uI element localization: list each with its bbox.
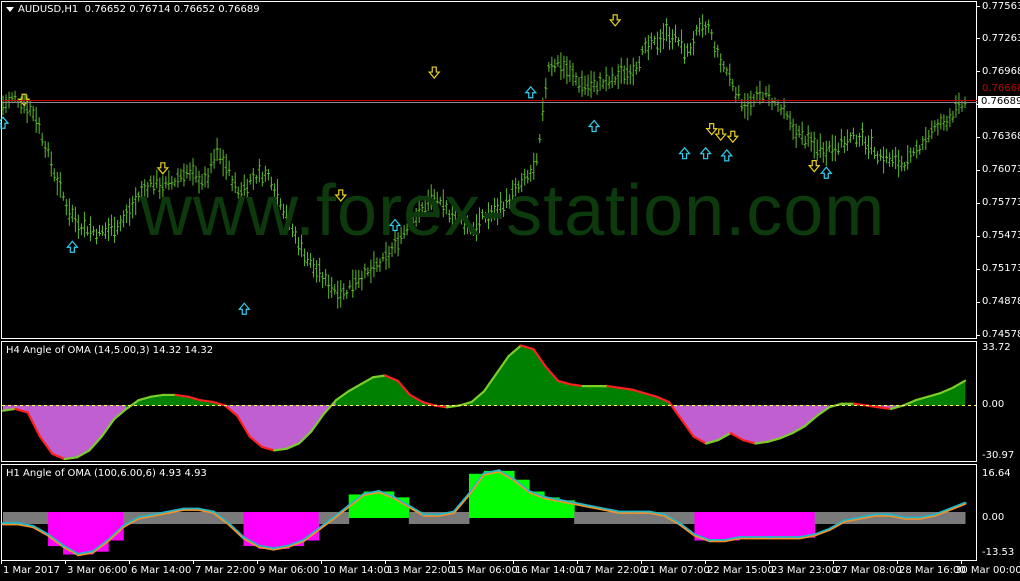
price-tick: 0.74578 xyxy=(982,329,1020,340)
time-tick: 27 Mar 08:00 xyxy=(835,565,902,576)
indicator2-bar xyxy=(453,512,470,524)
indicator2-bar xyxy=(183,512,199,524)
indicator2-title: H1 Angle of OMA (100,6.00,6) 4.93 4.93 xyxy=(6,468,207,479)
indicator1-area xyxy=(755,405,768,444)
time-tick: 10 Mar 14:00 xyxy=(323,565,390,576)
indicator1-area xyxy=(570,384,583,406)
price-tick: 0.74878 xyxy=(982,296,1020,307)
indicator1-area xyxy=(261,405,275,451)
indicator1-area xyxy=(372,375,386,406)
indicator2-bar xyxy=(724,512,741,541)
indicator1-area xyxy=(742,405,756,444)
watermark: www.forex-station.com xyxy=(140,171,886,251)
current-price-box: 0.76689 xyxy=(978,96,1020,108)
time-tick: 9 Mar 06:00 xyxy=(259,565,320,576)
indicator2-bar xyxy=(679,512,695,524)
chart-header: AUDUSD,H1 0.76652 0.76714 0.76652 0.7668… xyxy=(6,4,260,15)
time-tick: 17 Mar 22:00 xyxy=(579,565,646,576)
indicator1-area xyxy=(607,385,620,406)
indicator2-bar xyxy=(273,512,290,549)
price-tick: 0.77263 xyxy=(982,33,1020,44)
indicator2-bar xyxy=(769,512,786,538)
price-tick: 0.76073 xyxy=(982,164,1020,175)
time-tick: 23 Mar 23:00 xyxy=(771,565,838,576)
indicator2-bar xyxy=(709,512,725,541)
indicator1-tick: 0.00 xyxy=(982,399,1005,410)
symbol-title: AUDUSD,H1 xyxy=(18,4,79,15)
trading-chart xyxy=(0,0,1020,581)
indicator1-area xyxy=(619,387,633,406)
indicator1-area xyxy=(767,405,781,443)
indicator2-bar xyxy=(814,512,831,524)
time-tick: 7 Mar 22:00 xyxy=(195,565,256,576)
price-tick: 0.75173 xyxy=(982,263,1020,274)
indicator1-area xyxy=(52,405,65,460)
indicator1-area xyxy=(594,385,608,406)
indicator1-area xyxy=(163,394,176,406)
indicator2-bar xyxy=(604,512,620,524)
indicator1-area xyxy=(76,405,90,458)
time-tick: 16 Mar 14:00 xyxy=(515,565,582,576)
indicator2-bar xyxy=(78,512,94,555)
indicator2-bar xyxy=(468,473,485,518)
indicator1-title: H4 Angle of OMA (14,5.00,3) 14.32 14.32 xyxy=(6,345,214,356)
time-tick: 15 Mar 06:00 xyxy=(451,565,518,576)
indicator2-tick: 16.64 xyxy=(982,468,1011,479)
price-tick: 0.76968 xyxy=(982,66,1020,77)
time-tick: 30 Mar 00:00 xyxy=(955,565,1020,576)
indicator1-tick: -30.97 xyxy=(982,450,1015,461)
time-tick: 22 Mar 15:00 xyxy=(707,565,774,576)
indicator1-tick: 33.72 xyxy=(982,342,1011,353)
indicator2-bar xyxy=(574,512,590,524)
indicator1-area xyxy=(520,345,534,406)
time-tick: 21 Mar 07:00 xyxy=(643,565,710,576)
price-tick: 0.75773 xyxy=(982,197,1020,208)
indicator2-tick: 0.00 xyxy=(982,512,1005,523)
indicator2-bar xyxy=(18,512,34,524)
indicator2-bar xyxy=(168,512,184,524)
indicator2-bar xyxy=(739,512,756,538)
indicator2-bar xyxy=(484,470,500,518)
price-tick: 0.76368 xyxy=(982,131,1020,142)
ohlc-values: 0.76652 0.76714 0.76652 0.76689 xyxy=(84,4,260,15)
indicator1-area xyxy=(274,405,287,451)
indicator1-area xyxy=(64,405,78,460)
indicator2-bar xyxy=(589,512,605,524)
price-tick: 0.76668 xyxy=(982,83,1020,94)
indicator2-bar xyxy=(198,512,214,524)
indicator1-area xyxy=(286,405,300,450)
indicator2-bar xyxy=(228,512,244,524)
indicator2-bar xyxy=(784,512,801,538)
price-tick: 0.77563 xyxy=(982,1,1020,12)
time-tick: 3 Mar 06:00 xyxy=(67,565,128,576)
time-tick: 13 Mar 22:00 xyxy=(387,565,454,576)
indicator2-bar xyxy=(33,512,49,524)
dropdown-triangle-icon[interactable] xyxy=(6,6,14,12)
time-tick: 6 Mar 14:00 xyxy=(131,565,192,576)
indicator2-tick: -13.53 xyxy=(982,547,1015,558)
indicator2-bar xyxy=(949,512,966,524)
indicator2-bar xyxy=(258,512,275,549)
indicator2-bar xyxy=(754,512,771,538)
indicator1-area xyxy=(705,405,719,444)
indicator1-area xyxy=(582,385,596,406)
price-tick: 0.75473 xyxy=(982,230,1020,241)
time-tick: 1 Mar 2017 xyxy=(3,565,61,576)
